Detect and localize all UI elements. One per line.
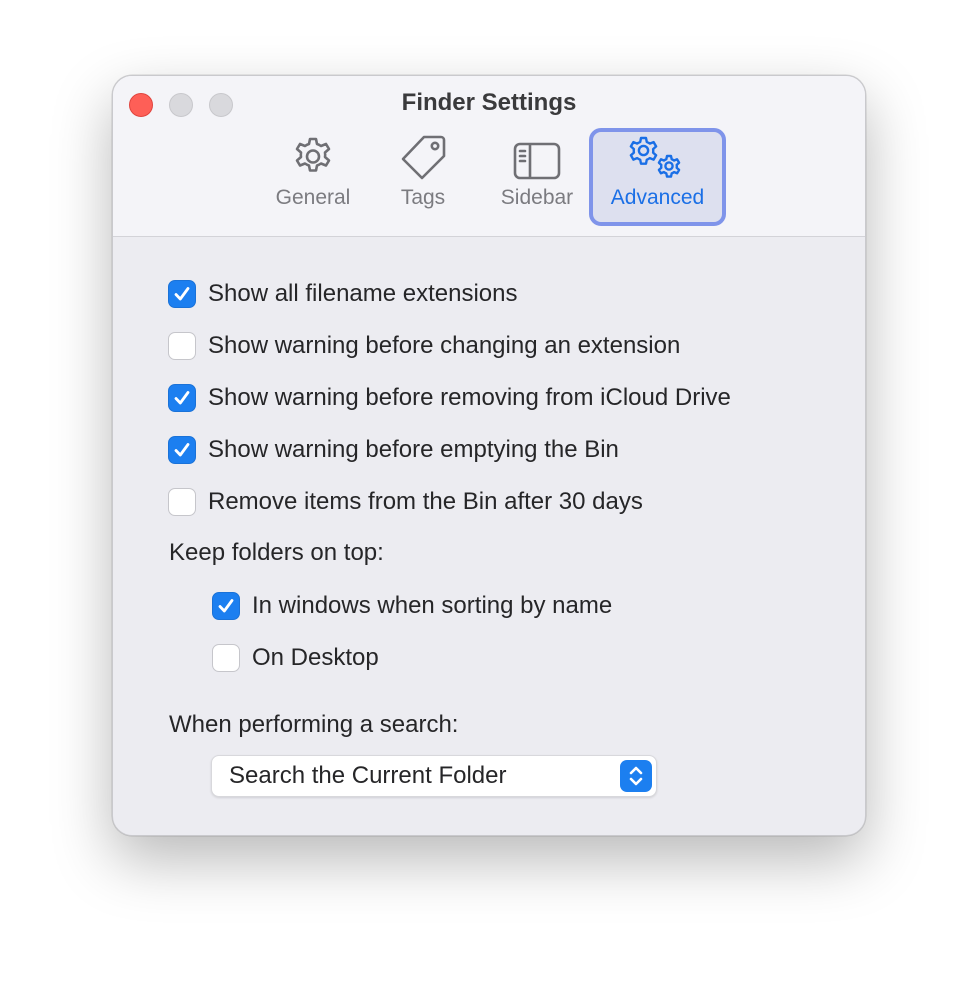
option-label: In windows when sorting by name [252, 592, 613, 619]
checkbox-warn-icloud-remove[interactable] [168, 384, 196, 412]
checkmark-icon [174, 391, 190, 405]
option-warn-icloud-remove[interactable]: Show warning before removing from iCloud… [168, 382, 731, 414]
folders-section-label: Keep folders on top: [169, 539, 384, 566]
option-label: On Desktop [252, 644, 379, 671]
option-label: Show warning before changing an extensio… [208, 332, 681, 359]
toolbar: Finder Settings General Tags Sidebar Adv… [113, 76, 865, 237]
tab-tags[interactable]: Tags [375, 130, 471, 226]
tab-sidebar[interactable]: Sidebar [487, 130, 587, 226]
option-folders-windows[interactable]: In windows when sorting by name [212, 590, 612, 622]
tab-sidebar-label: Sidebar [500, 186, 574, 209]
option-label: Show warning before removing from iCloud… [208, 384, 731, 411]
search-scope-select[interactable]: Search the Current Folder [211, 755, 657, 797]
tab-general[interactable]: General [263, 130, 363, 226]
option-warn-change-extension[interactable]: Show warning before changing an extensio… [168, 330, 680, 362]
option-remove-bin-30-days[interactable]: Remove items from the Bin after 30 days [168, 486, 643, 518]
tab-advanced-label: Advanced [610, 186, 705, 209]
checkbox-warn-change-extension[interactable] [168, 332, 196, 360]
checkmark-icon [218, 599, 234, 613]
search-section-label: When performing a search: [169, 711, 459, 738]
option-label: Show all filename extensions [208, 280, 518, 307]
checkmark-icon [174, 443, 190, 457]
option-folders-desktop[interactable]: On Desktop [212, 642, 379, 674]
tab-advanced[interactable]: Advanced [589, 128, 726, 226]
checkbox-folders-desktop[interactable] [212, 644, 240, 672]
checkbox-warn-empty-bin[interactable] [168, 436, 196, 464]
option-show-extensions[interactable]: Show all filename extensions [168, 278, 518, 310]
sidebar-icon [513, 130, 561, 180]
gear-icon [291, 130, 335, 180]
window-title: Finder Settings [401, 89, 577, 116]
search-scope-value: Search the Current Folder [229, 762, 507, 789]
tab-general-label: General [275, 186, 351, 209]
tag-icon [399, 130, 447, 180]
checkmark-icon [174, 287, 190, 301]
finder-settings-window: Finder Settings General Tags Sidebar Adv… [112, 75, 866, 836]
tab-tags-label: Tags [400, 186, 446, 209]
checkbox-remove-bin-30-days[interactable] [168, 488, 196, 516]
option-label: Show warning before emptying the Bin [208, 436, 619, 463]
checkbox-folders-windows[interactable] [212, 592, 240, 620]
chevron-up-down-icon[interactable] [620, 760, 652, 792]
option-warn-empty-bin[interactable]: Show warning before emptying the Bin [168, 434, 619, 466]
option-label: Remove items from the Bin after 30 days [208, 488, 643, 515]
checkbox-show-extensions[interactable] [168, 280, 196, 308]
gears-icon [628, 132, 688, 182]
